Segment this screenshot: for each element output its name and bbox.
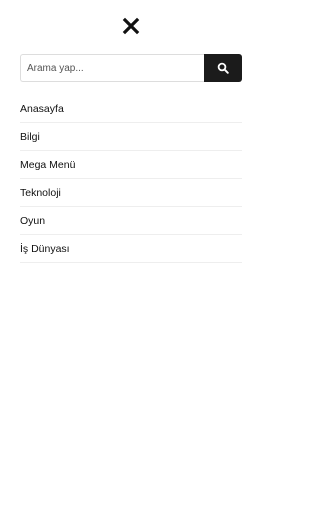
menu-item-oyun[interactable]: Oyun <box>20 207 242 235</box>
close-button[interactable] <box>122 17 140 35</box>
menu-item-bilgi[interactable]: Bilgi <box>20 123 242 151</box>
menu-item-is-dunyasi[interactable]: İş Dünyası <box>20 235 242 263</box>
search-form <box>20 54 242 82</box>
search-input[interactable] <box>20 54 204 82</box>
menu-item-mega-menu[interactable]: Mega Menü <box>20 151 242 179</box>
search-button[interactable] <box>204 54 242 82</box>
menu-item-anasayfa[interactable]: Anasayfa <box>20 95 242 123</box>
menu-item-teknoloji[interactable]: Teknoloji <box>20 179 242 207</box>
close-icon <box>122 17 140 35</box>
mobile-menu: Anasayfa Bilgi Mega Menü Teknoloji Oyun … <box>20 95 242 263</box>
search-icon <box>217 62 229 74</box>
